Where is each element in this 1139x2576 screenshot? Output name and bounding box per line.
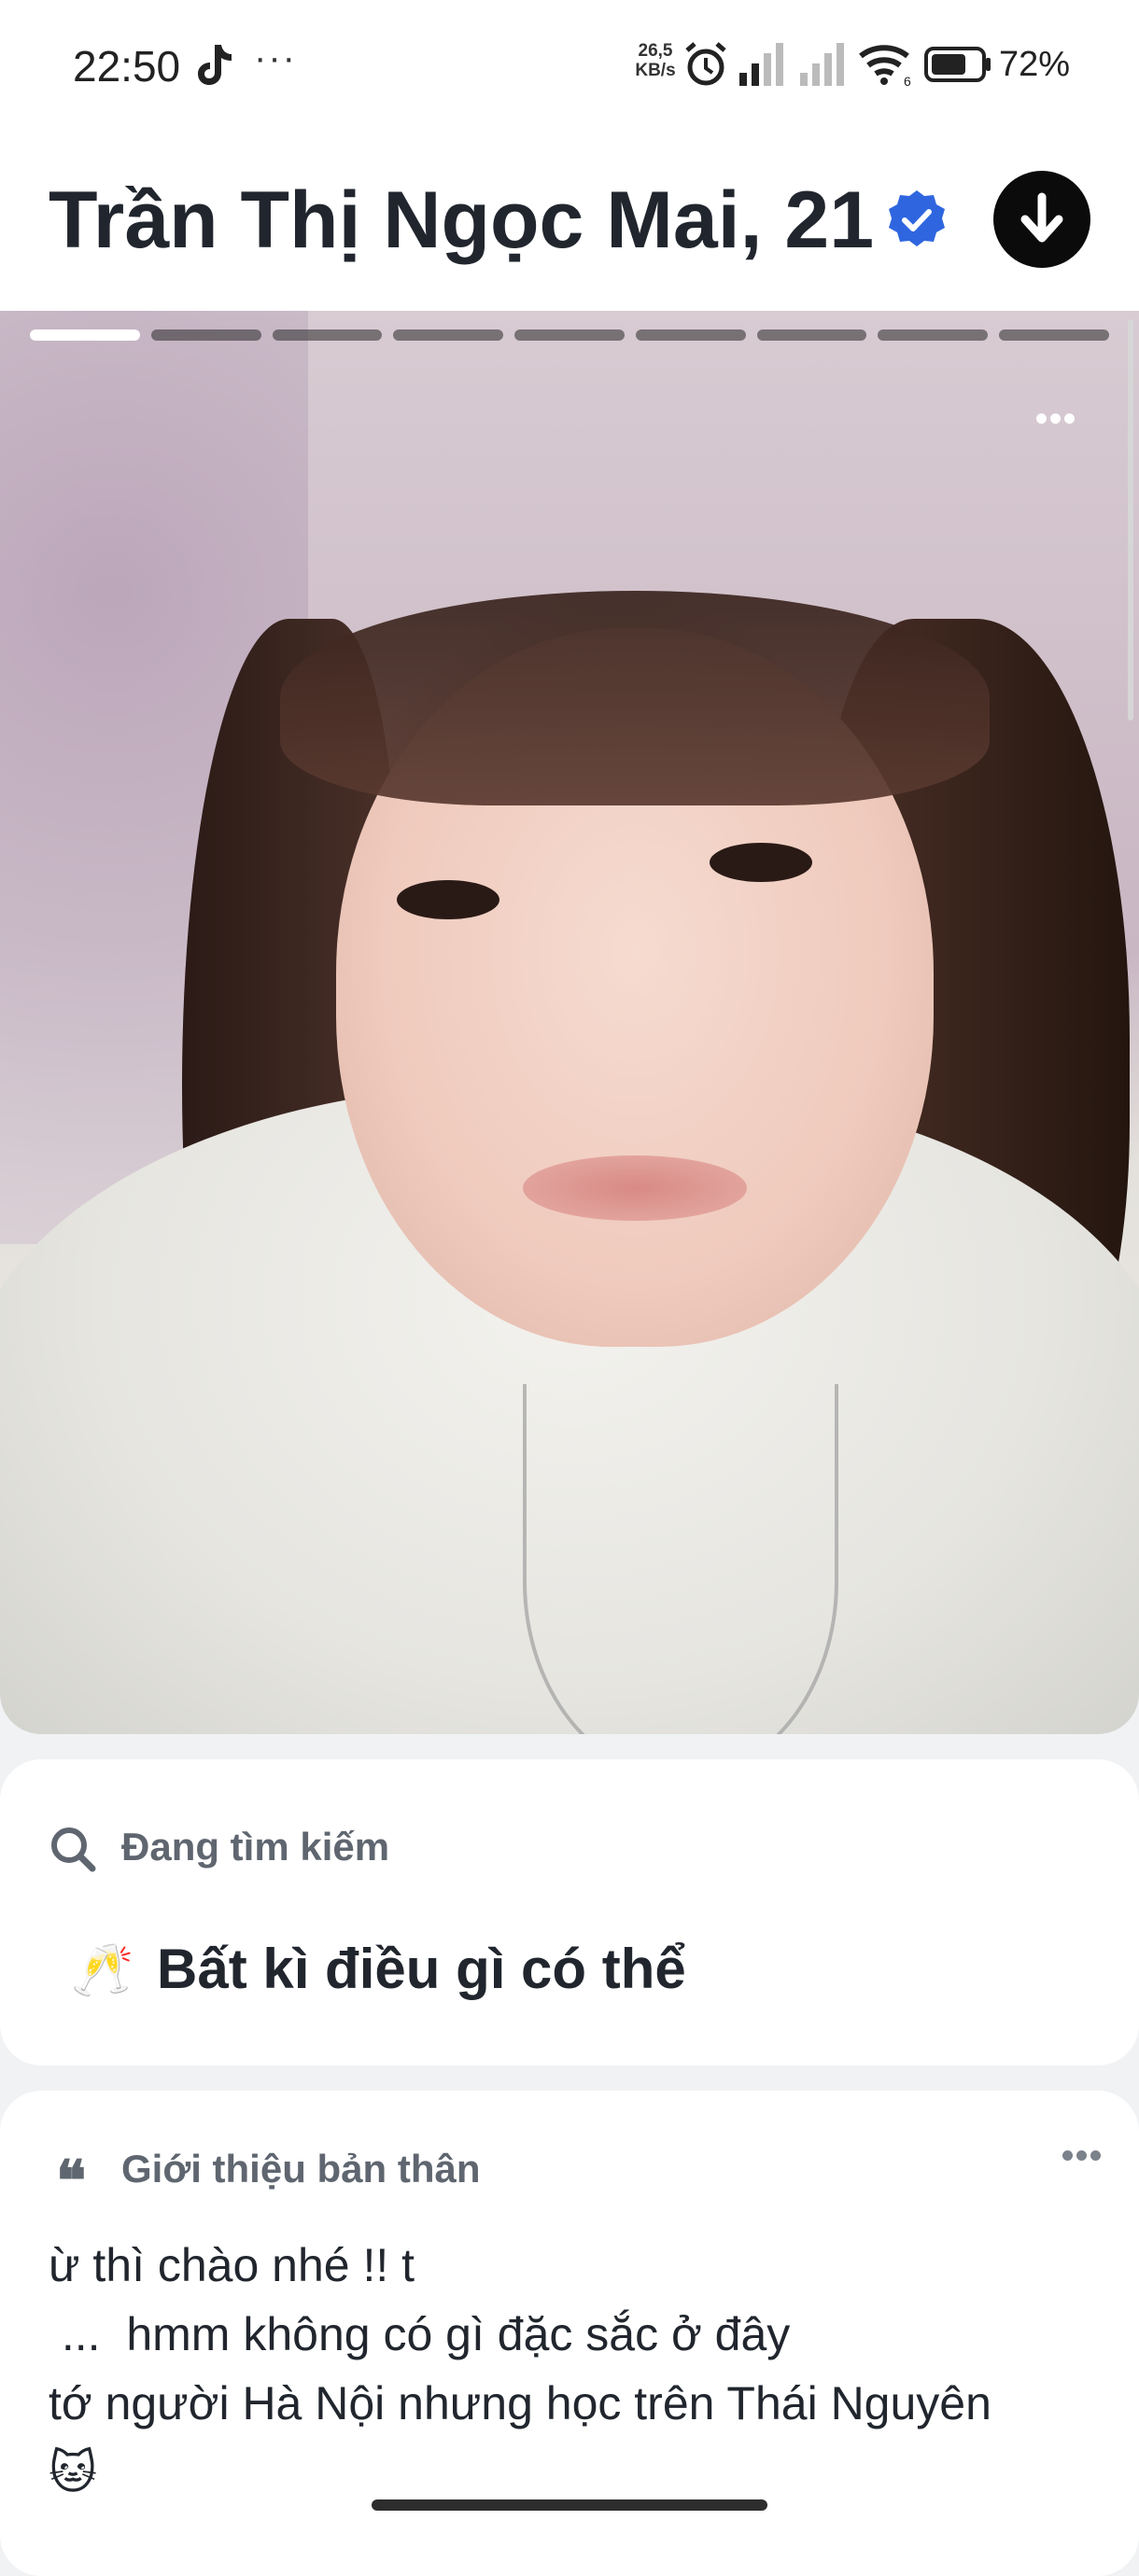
photo-progress-segment[interactable] [635,329,746,341]
home-indicator[interactable] [372,2499,767,2511]
photo-more-options-icon[interactable] [1036,412,1083,430]
bio-line: ... hmm không có gì đặc sắc ở đây [49,2308,791,2360]
photo-progress-segment[interactable] [878,329,989,341]
photo-progress-segment[interactable] [30,329,140,341]
about-me-text: ừ thì chào nhé !! t ... hmm không có gì … [49,2231,991,2507]
looking-for-card: Đang tìm kiếm 🥂 Bất kì điều gì có thể [0,1759,1139,2065]
signal-icon [739,43,783,86]
status-more-dots: ··· [254,37,297,78]
more-options-icon[interactable] [1062,2149,1109,2163]
photo-progress-segment[interactable] [272,329,383,341]
photo-eye-right [710,843,812,882]
photo-necklace [523,1384,838,1734]
battery-icon [924,47,991,82]
alarm-icon [685,42,726,86]
network-speed-value: 26,5 [638,41,673,61]
scrollbar[interactable] [1128,319,1133,721]
signal-icon [800,43,844,86]
photo-progress-segment[interactable] [756,329,867,341]
about-me-label: Giới thiệu bản thân [121,2147,481,2191]
looking-for-label: Đang tìm kiếm [121,1825,390,1869]
cheers-icon: 🥂 [71,1942,134,1998]
profile-header: Trần Thị Ngọc Mai, 21 [0,135,1139,311]
bio-line: ừ thì chào nhé !! t [49,2239,415,2291]
verified-badge-icon[interactable] [885,188,949,251]
photo-lips [523,1155,747,1221]
battery-percent: 72% [999,45,1071,84]
tiktok-icon [198,45,232,85]
quote-icon: ❝ [56,2149,87,2214]
network-speed: 26,5 KB/s [630,41,681,80]
photo-bangs [280,591,990,805]
arrow-down-icon [1020,192,1063,243]
photo-eye-left [397,880,499,919]
wifi-icon: 6 [859,45,911,88]
photo-progress-segment[interactable] [999,329,1110,341]
status-bar: 22:50 ··· 26,5 KB/s 6 72% [0,0,1139,135]
photo-progress-bar [30,329,1110,343]
photo-progress-segment[interactable] [150,329,261,341]
wifi-label: 6 [904,74,911,88]
search-icon [51,1827,96,1872]
bio-line: 🐱 [49,2446,98,2499]
looking-for-value: Bất kì điều gì có thể [157,1938,686,2000]
bio-line: tớ người Hà Nội nhưng học trên Thái Nguy… [49,2377,991,2429]
photo-progress-segment[interactable] [393,329,504,341]
photo-progress-segment[interactable] [514,329,625,341]
profile-photo[interactable] [0,311,1139,1734]
status-time: 22:50 [73,42,181,91]
profile-name-age: Trần Thị Ngọc Mai, 21 [49,175,875,265]
network-speed-unit: KB/s [635,61,676,80]
collapse-profile-button[interactable] [993,171,1090,268]
